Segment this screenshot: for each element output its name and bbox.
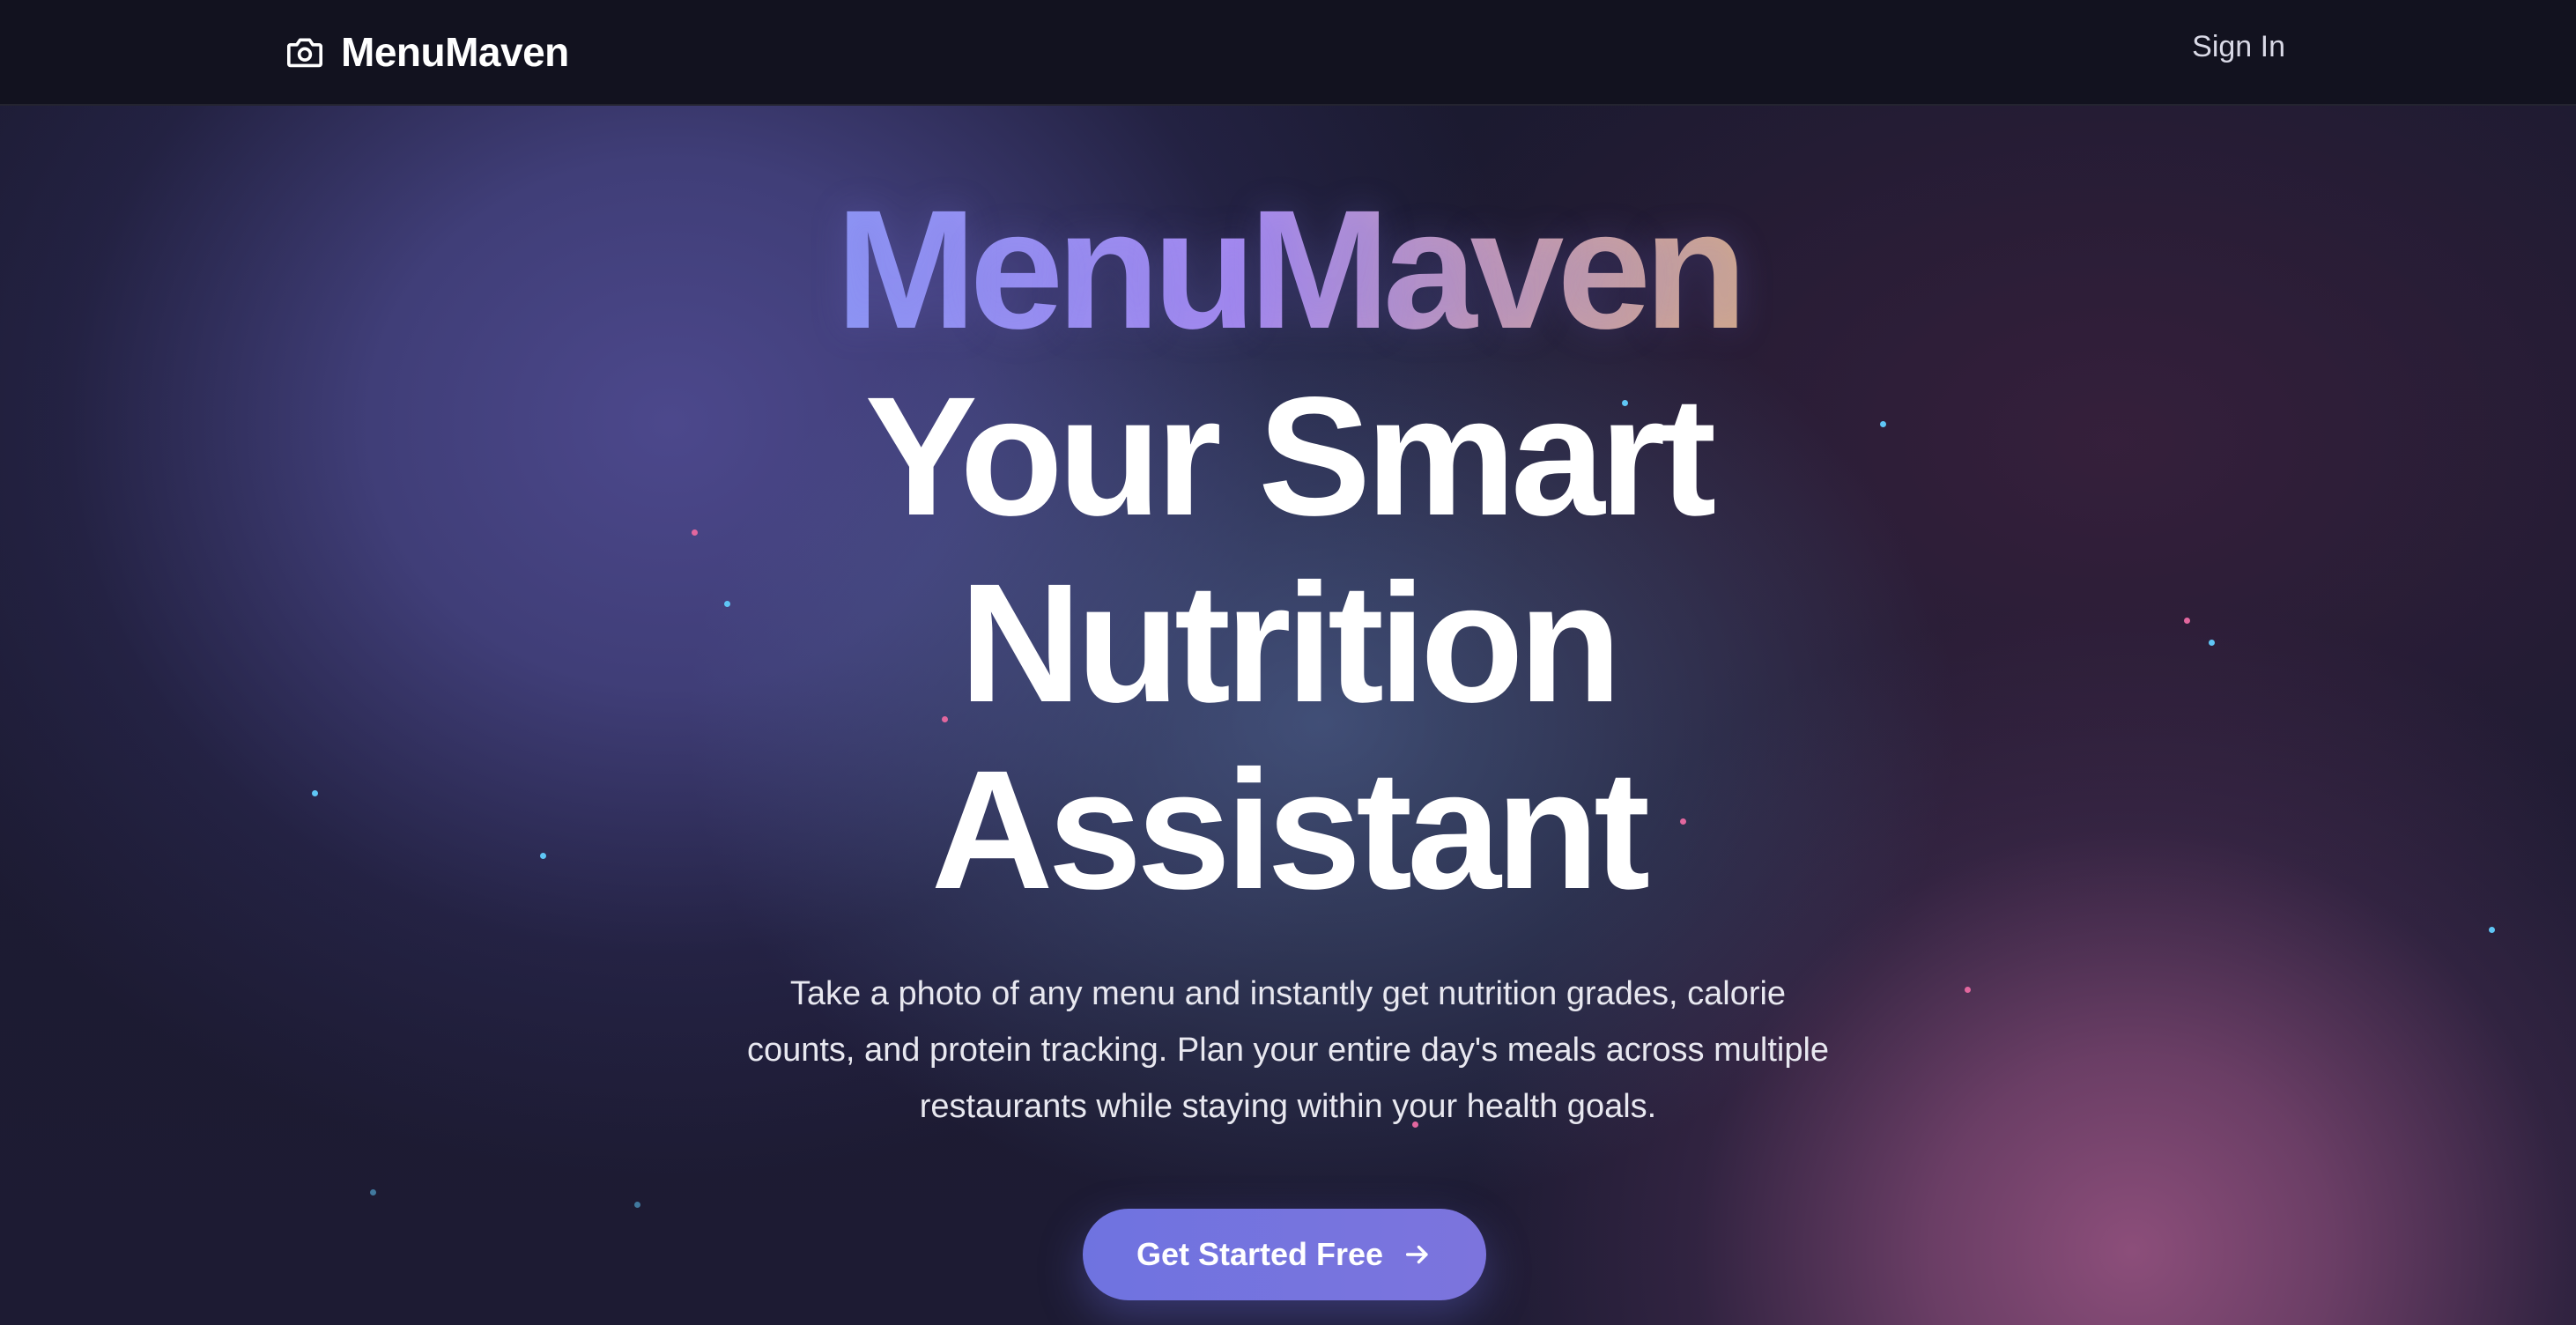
hero-headline-line-2: Nutrition xyxy=(959,548,1622,737)
camera-icon xyxy=(285,32,325,72)
brand-logo-link[interactable]: MenuMaven xyxy=(285,25,569,79)
brand-name: MenuMaven xyxy=(341,29,569,75)
get-started-button[interactable]: Get Started Free xyxy=(1083,1209,1486,1300)
arrow-right-icon xyxy=(1403,1240,1432,1269)
particle xyxy=(634,1202,640,1208)
hero-heading: MenuMaven Your Smart Nutrition Assistant xyxy=(0,176,2576,923)
hero-headline-line-3: Assistant xyxy=(930,735,1650,924)
hero-headline-line-1: Your Smart xyxy=(864,361,1717,551)
sign-in-link[interactable]: Sign In xyxy=(2192,30,2285,64)
top-navbar: MenuMaven Sign In xyxy=(0,0,2576,106)
particle xyxy=(370,1189,376,1195)
get-started-label: Get Started Free xyxy=(1136,1236,1384,1272)
hero-subtitle: Take a photo of any menu and instantly g… xyxy=(746,975,1830,1125)
hero-section: MenuMaven Your Smart Nutrition Assistant… xyxy=(0,176,2576,1135)
hero-brand-title: MenuMaven xyxy=(835,174,1748,364)
